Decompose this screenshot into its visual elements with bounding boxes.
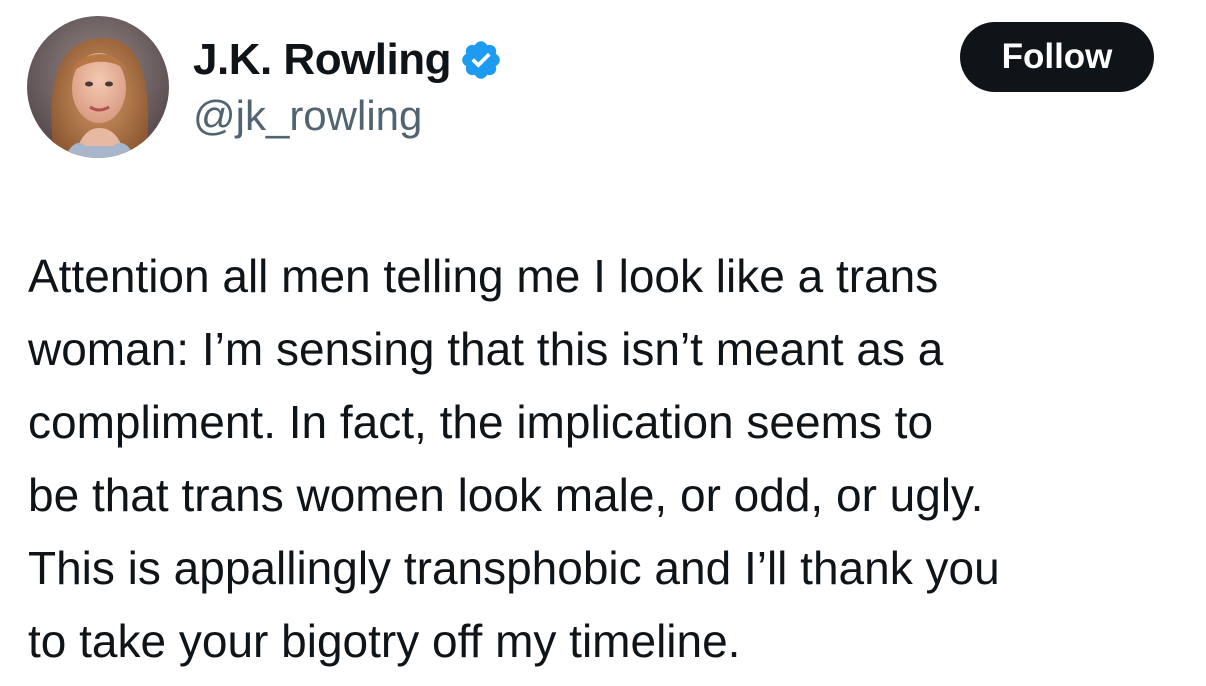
tweet-text-line: be that trans women look male, or odd, o… (28, 469, 984, 521)
tweet-text-line: This is appallingly transphobic and I’ll… (28, 542, 1000, 594)
tweet-text-line: woman: I’m sensing that this isn’t meant… (28, 323, 944, 375)
author-name-row: J.K. Rowling (193, 31, 503, 89)
verified-badge-icon[interactable] (459, 38, 503, 82)
author-display-name[interactable]: J.K. Rowling (193, 35, 452, 85)
tweet-card: J.K. Rowling @jk_rowling Follow Attentio… (0, 0, 1206, 686)
avatar[interactable] (27, 16, 169, 158)
tweet-text: Attention all men telling me I look like… (28, 240, 1193, 678)
avatar-image (27, 16, 169, 158)
tweet-text-line: compliment. In fact, the implication see… (28, 396, 934, 448)
follow-button[interactable]: Follow (960, 22, 1154, 92)
tweet-text-line: Attention all men telling me I look like… (28, 250, 939, 302)
author-handle[interactable]: @jk_rowling (193, 92, 422, 140)
tweet-text-line: to take your bigotry off my timeline. (28, 615, 741, 667)
